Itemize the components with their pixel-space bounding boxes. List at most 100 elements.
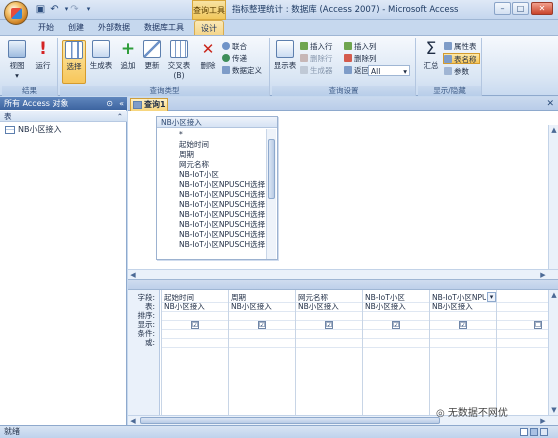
- field-item[interactable]: 周期: [179, 150, 267, 160]
- property-sheet-button[interactable]: 属性表: [444, 41, 477, 52]
- design-view-icon[interactable]: [530, 428, 538, 436]
- field-item[interactable]: NB-IoT小区NPUSCH选择1: [179, 210, 267, 220]
- office-button[interactable]: [4, 1, 28, 25]
- tab-external-data[interactable]: 外部数据: [94, 20, 134, 35]
- field-list-title[interactable]: NB小区接入: [157, 117, 277, 128]
- delete-columns-button[interactable]: 删除列: [344, 53, 377, 64]
- field-list-scrollbar[interactable]: [266, 129, 276, 259]
- run-button[interactable]: ! 运行: [31, 40, 55, 84]
- watermark: ◎ 无数据不网优: [436, 408, 508, 419]
- field-item[interactable]: NB-IoT小区NPUSCH选择1: [179, 180, 267, 190]
- union-button[interactable]: 联合: [222, 41, 247, 52]
- grid-field-cell[interactable]: NB-IoT小区: [365, 294, 405, 302]
- totals-button[interactable]: Σ 汇总: [419, 40, 443, 84]
- scroll-up-icon[interactable]: ▲: [549, 290, 558, 300]
- grid-column[interactable]: 起始时间 NB小区接入 ☑: [161, 290, 228, 415]
- quick-access-more[interactable]: ▾: [82, 3, 95, 16]
- maximize-button[interactable]: □: [512, 2, 529, 15]
- grid-vscroll[interactable]: ▲ ▼: [548, 290, 558, 415]
- nav-item-table[interactable]: NB小区接入: [2, 124, 124, 136]
- builder-button[interactable]: 生成器: [300, 65, 333, 76]
- select-query-button[interactable]: 选择: [62, 40, 86, 84]
- grid-column[interactable]: 周期 NB小区接入 ☑: [228, 290, 295, 415]
- field-item[interactable]: NB-IoT小区: [179, 170, 267, 180]
- data-definition-button[interactable]: 数据定义: [222, 65, 262, 76]
- scroll-down-icon[interactable]: ▼: [549, 405, 558, 415]
- table-pane-vscroll[interactable]: ▲ ▼: [548, 125, 558, 283]
- grid-column[interactable]: NB-IoT小区 NB小区接入 ☑: [362, 290, 429, 415]
- datasheet-view-icon[interactable]: [520, 428, 528, 436]
- show-checkbox[interactable]: ☑: [191, 321, 199, 329]
- tab-database-tools[interactable]: 数据库工具: [140, 20, 188, 35]
- grid-field-cell[interactable]: 起始时间: [164, 294, 194, 302]
- parameters-button[interactable]: 参数: [444, 66, 469, 77]
- minimize-button[interactable]: –: [494, 2, 511, 15]
- grid-column[interactable]: ☐: [496, 290, 548, 415]
- redo-icon[interactable]: ↷: [68, 3, 81, 16]
- view-button[interactable]: 视图 ▾: [5, 40, 29, 84]
- field-item[interactable]: NB-IoT小区NPUSCH选择1: [179, 230, 267, 240]
- grid-column[interactable]: 网元名称 NB小区接入 ☑: [295, 290, 362, 415]
- field-item[interactable]: NB-IoT小区NPUSCH选择1: [179, 220, 267, 230]
- field-item[interactable]: NB-IoT小区NPUSCH选择1: [179, 200, 267, 210]
- pane-splitter[interactable]: [128, 279, 558, 290]
- show-checkbox[interactable]: ☑: [258, 321, 266, 329]
- show-table-button[interactable]: 显示表: [272, 40, 298, 84]
- grid-table-cell[interactable]: NB小区接入: [365, 303, 406, 311]
- grid-field-cell[interactable]: 网元名称: [298, 294, 328, 302]
- field-item[interactable]: 网元名称: [179, 160, 267, 170]
- show-checkbox[interactable]: ☑: [392, 321, 400, 329]
- save-icon[interactable]: ▣: [34, 3, 47, 16]
- grid-field-cell[interactable]: 周期: [231, 294, 246, 302]
- table-names-button[interactable]: 表名称: [443, 53, 480, 64]
- plus-append-icon: +: [120, 39, 136, 59]
- insert-columns-button[interactable]: 插入列: [344, 41, 377, 52]
- scroll-up-icon[interactable]: ▲: [549, 125, 558, 135]
- field-item[interactable]: 起始时间: [179, 140, 267, 150]
- chevron-up-icon[interactable]: ⌃: [117, 111, 123, 122]
- pass-through-button[interactable]: 传递: [222, 53, 247, 64]
- scroll-thumb[interactable]: [268, 139, 275, 199]
- update-button[interactable]: 更新: [140, 40, 164, 84]
- nav-group-tables[interactable]: 表 ⌃: [0, 111, 127, 122]
- grid-table-cell[interactable]: NB小区接入: [231, 303, 272, 311]
- field-item[interactable]: *: [179, 130, 267, 140]
- row-label-sort: 排序:: [137, 311, 155, 320]
- show-checkbox[interactable]: ☑: [325, 321, 333, 329]
- grid-table-cell[interactable]: NB小区接入: [164, 303, 205, 311]
- grid-table-cell[interactable]: NB小区接入: [298, 303, 339, 311]
- collapse-chevron-icon[interactable]: «: [119, 97, 124, 110]
- ribbon: 视图 ▾ ! 运行 结果 选择 生成表 + 追加 更新 交叉表(B) ✕ 删除 …: [0, 35, 558, 96]
- close-document-icon[interactable]: ✕: [546, 97, 554, 111]
- crosstab-button[interactable]: 交叉表(B): [164, 40, 194, 84]
- nav-dropdown-icon[interactable]: ⊙: [106, 97, 113, 110]
- make-table-button[interactable]: 生成表: [88, 40, 114, 84]
- delete-query-button[interactable]: ✕ 删除: [196, 40, 220, 84]
- table-pane-hscroll[interactable]: ◀ ▶: [128, 269, 558, 279]
- tab-query1[interactable]: 查询1: [130, 98, 168, 111]
- tab-create[interactable]: 创建: [63, 20, 89, 35]
- delete-label: 删除: [200, 61, 216, 70]
- delete-rows-button[interactable]: 删除行: [300, 53, 333, 64]
- grid-table-cell[interactable]: NB小区接入: [432, 303, 473, 311]
- return-select[interactable]: All ▾: [368, 65, 410, 76]
- tab-design[interactable]: 设计: [194, 20, 224, 35]
- close-button[interactable]: ✕: [531, 2, 553, 15]
- show-checkbox[interactable]: ☐: [534, 321, 542, 329]
- grid-column[interactable]: NB-IoT小区NPUSCH ▾ NB小区接入 ☑: [429, 290, 496, 415]
- scroll-thumb[interactable]: [140, 417, 440, 424]
- insert-rows-button[interactable]: 插入行: [300, 41, 333, 52]
- sql-view-icon[interactable]: [540, 428, 548, 436]
- chevron-down-icon[interactable]: ▾: [487, 292, 496, 302]
- grid-field-cell[interactable]: NB-IoT小区NPUSCH: [432, 294, 486, 302]
- union-label: 联合: [232, 42, 247, 51]
- show-checkbox[interactable]: ☑: [459, 321, 467, 329]
- nav-pane-header[interactable]: 所有 Access 对象 ⊙ «: [0, 97, 127, 110]
- chevron-down-icon: ▾: [403, 67, 407, 76]
- field-item[interactable]: NB-IoT小区NPUSCH选择1: [179, 240, 267, 250]
- append-button[interactable]: + 追加: [116, 40, 140, 84]
- crosstab-label: 交叉表: [167, 61, 191, 70]
- tab-home[interactable]: 开始: [33, 20, 59, 35]
- field-item[interactable]: NB-IoT小区NPUSCH选择1: [179, 190, 267, 200]
- field-list-box[interactable]: NB小区接入 * 起始时间 周期 网元名称 NB-IoT小区 NB-IoT小区N…: [156, 116, 278, 260]
